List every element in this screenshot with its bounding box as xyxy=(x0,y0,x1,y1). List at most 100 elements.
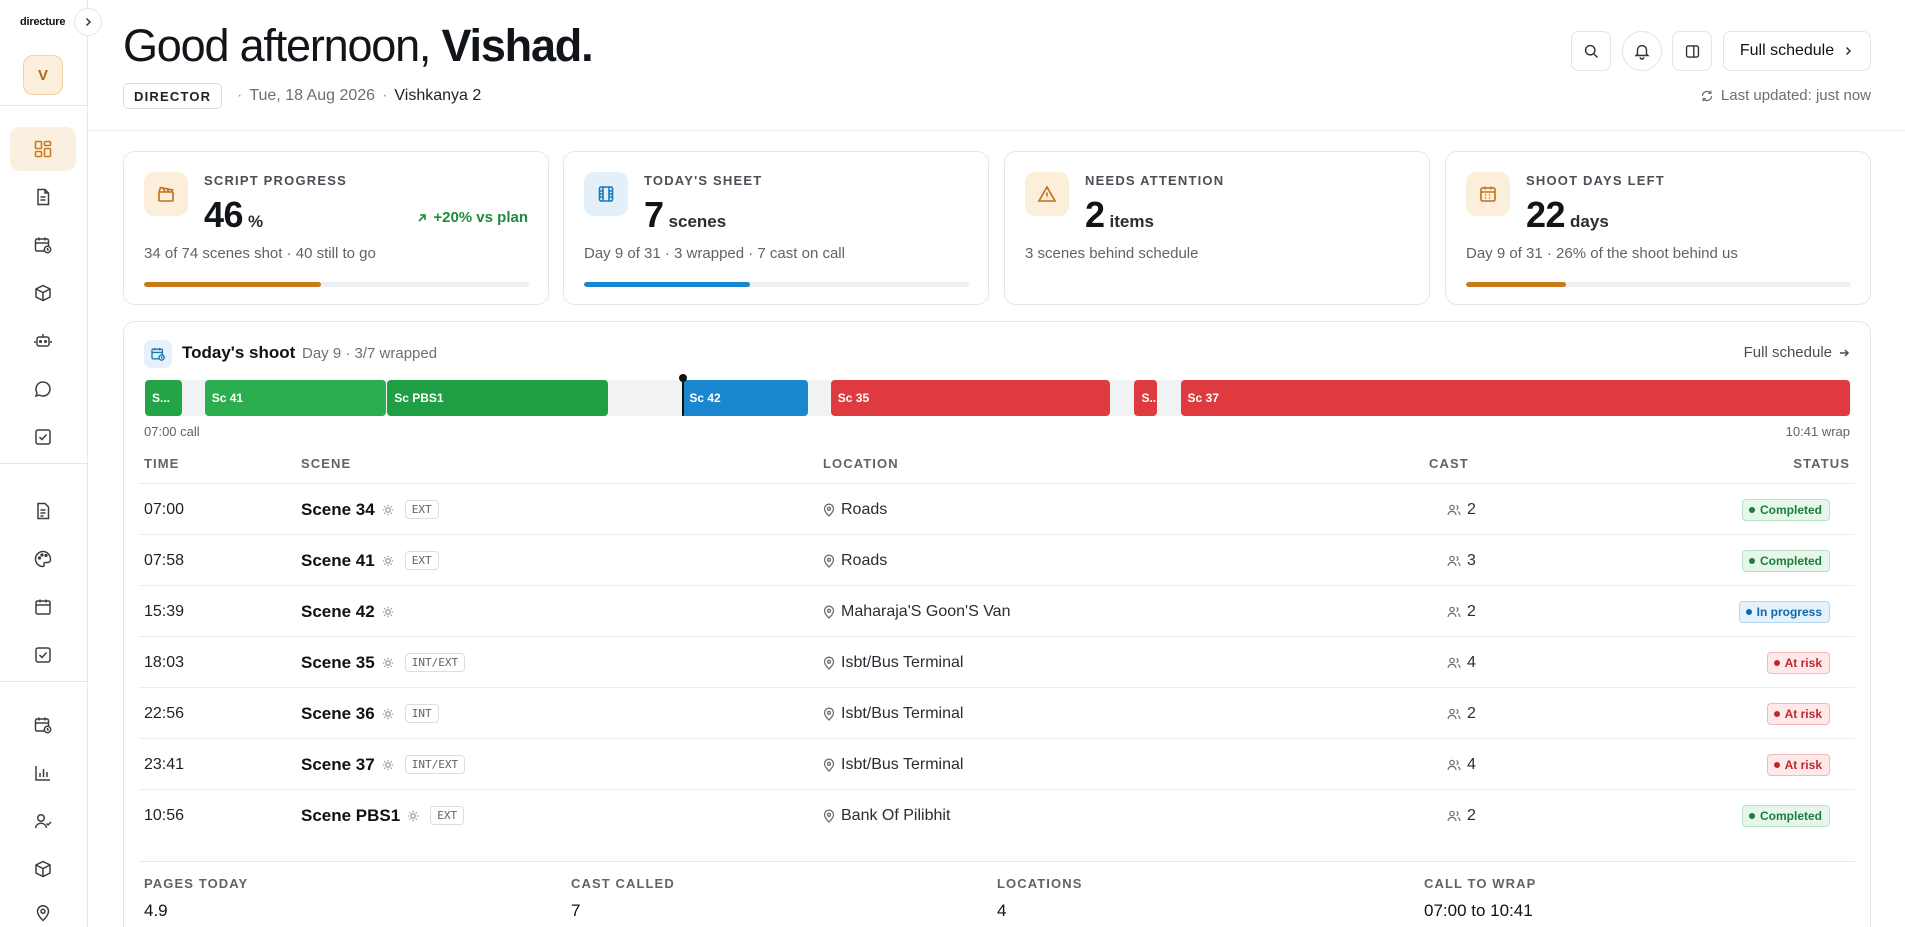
scene-type-tag: EXT xyxy=(404,500,439,519)
header-divider xyxy=(88,130,1905,131)
scene-name: Scene 34 xyxy=(301,499,375,519)
timeline-segment[interactable]: Sc 41 xyxy=(204,380,387,416)
reports-icon xyxy=(35,766,50,781)
warning-icon xyxy=(1037,185,1057,202)
sun-icon xyxy=(408,810,419,821)
kpi-value: 2 items xyxy=(1085,194,1154,236)
status-cell: At risk xyxy=(1766,637,1830,688)
timeline-segment[interactable]: Sc 35 xyxy=(830,380,1110,416)
bell-icon xyxy=(1634,44,1650,60)
timeline-segment[interactable]: S... xyxy=(145,380,182,416)
table-row[interactable]: 23:41 Scene 37 INT/EXT Isbt/Bus Terminal 4 At… xyxy=(139,738,1855,789)
kpi-unit: % xyxy=(248,212,264,231)
nav-assistant[interactable] xyxy=(10,319,76,363)
kpi-progress-fill xyxy=(1466,282,1567,287)
refresh-icon xyxy=(1701,90,1713,101)
nav-props[interactable] xyxy=(10,271,76,315)
sidebar-collapse-button[interactable] xyxy=(74,8,102,36)
table-row[interactable]: 07:00 Scene 34 EXT Roads 2 Completed xyxy=(139,483,1855,534)
scene-cell: Scene PBS1 EXT xyxy=(301,790,465,841)
scene-cell: Scene 37 INT/EXT xyxy=(301,739,466,790)
scene-type-tag: EXT xyxy=(430,806,465,825)
kpi-needs-attention[interactable]: NEEDS ATTENTION 2 items 3 scenes behind s… xyxy=(1004,151,1430,305)
timer-icon xyxy=(34,717,52,734)
location-name: Isbt/Bus Terminal xyxy=(841,653,964,671)
table-row[interactable]: 10:56 Scene PBS1 EXT Bank Of Pilibhit 2 Compl… xyxy=(139,789,1855,840)
todays-shoot-panel: Today's shoot Day 9 · 3/7 wrapped Full s… xyxy=(123,321,1871,927)
nav-timer[interactable] xyxy=(10,703,76,747)
nav-crew[interactable] xyxy=(10,799,76,843)
notifications-button[interactable] xyxy=(1622,31,1662,71)
timeline-segment[interactable]: Sc PBS1 xyxy=(387,380,609,416)
user-name: Vishad. xyxy=(441,20,594,71)
summary-label: CAST CALLED xyxy=(571,876,675,891)
cast-icon xyxy=(1447,759,1461,770)
tasks-icon xyxy=(35,429,51,445)
scene-type-tag: INT xyxy=(404,704,439,723)
table-row[interactable]: 22:56 Scene 36 INT Isbt/Bus Terminal 2 At ris… xyxy=(139,687,1855,738)
kpi-progress-bar xyxy=(584,282,969,287)
header-meta: · Tue, 18 Aug 2026 · Vishkanya 2 xyxy=(237,87,482,104)
sun-icon xyxy=(382,504,393,515)
nav-tasks[interactable] xyxy=(10,415,76,459)
location-cell: Isbt/Bus Terminal xyxy=(823,739,963,790)
cast-count: 4 xyxy=(1467,755,1476,773)
nav-checklist[interactable] xyxy=(10,633,76,677)
table-row[interactable]: 07:58 Scene 41 EXT Roads 3 Completed xyxy=(139,534,1855,585)
arrow-right-icon xyxy=(1840,348,1850,357)
nav-documents[interactable] xyxy=(10,489,76,533)
location-name: Isbt/Bus Terminal xyxy=(841,755,964,773)
nav-schedule[interactable] xyxy=(10,223,76,267)
scene-type-tag: EXT xyxy=(404,551,439,570)
nav-inventory[interactable] xyxy=(10,847,76,891)
kpi-unit: scenes xyxy=(668,212,727,231)
scene-time: 15:39 xyxy=(144,602,185,620)
sidebar-divider xyxy=(0,105,87,106)
status-cell: At risk xyxy=(1766,739,1830,790)
cast-cell: 2 xyxy=(1447,586,1476,637)
checklist-icon xyxy=(35,647,51,663)
panel-toggle-button[interactable] xyxy=(1672,31,1712,71)
nav-dashboard[interactable] xyxy=(10,127,76,171)
timeline-segment[interactable]: S... xyxy=(1134,380,1158,416)
summary-cast-called: CAST CALLED 7 xyxy=(571,876,675,921)
summary-value: 4 xyxy=(997,901,1007,920)
location-pin-icon xyxy=(823,605,835,619)
status-cell: In progress xyxy=(1738,586,1830,637)
brand-logo: directure xyxy=(20,16,66,28)
scene-cell: Scene 34 EXT xyxy=(301,484,439,535)
nav-calendar[interactable] xyxy=(10,585,76,629)
kpi-subtext: Day 9 of 31 · 3 wrapped · 7 cast on call xyxy=(584,245,845,262)
location-pin-icon xyxy=(823,707,835,721)
nav-reports[interactable] xyxy=(10,751,76,795)
cast-count: 2 xyxy=(1467,704,1476,722)
clapperboard-icon xyxy=(158,186,174,202)
location-cell: Isbt/Bus Terminal xyxy=(823,688,963,739)
nav-palette[interactable] xyxy=(10,537,76,581)
status-badge: Completed xyxy=(1741,498,1830,521)
timeline-segment[interactable]: Sc 42 xyxy=(682,380,808,416)
nav-location[interactable] xyxy=(10,891,76,927)
scene-time: 10:56 xyxy=(144,806,185,824)
search-button[interactable] xyxy=(1571,31,1611,71)
kpi-delta-text: +20% vs plan xyxy=(433,209,528,226)
table-row[interactable]: 18:03 Scene 35 INT/EXT Isbt/Bus Terminal 4 At… xyxy=(139,636,1855,687)
kpi-label: TODAY'S SHEET xyxy=(644,173,763,188)
full-schedule-link[interactable]: Full schedule xyxy=(1744,344,1850,361)
nav-chat[interactable] xyxy=(10,367,76,411)
full-schedule-link-label: Full schedule xyxy=(1743,344,1832,361)
location-name: Bank Of Pilibhit xyxy=(841,806,951,824)
last-updated: Last updated: just now xyxy=(1700,87,1871,104)
cast-icon xyxy=(1447,657,1461,668)
timeline-segment[interactable]: Sc 37 xyxy=(1180,380,1850,416)
table-row[interactable]: 15:39 Scene 42 Maharaja'S Goon'S Van 2 In pr… xyxy=(139,585,1855,636)
location-cell: Isbt/Bus Terminal xyxy=(823,637,963,688)
arrow-up-right-icon xyxy=(418,213,427,222)
column-header-location: LOCATION xyxy=(823,456,899,471)
avatar[interactable]: V xyxy=(23,55,63,95)
full-schedule-button[interactable]: Full schedule xyxy=(1723,31,1871,71)
nav-script[interactable] xyxy=(10,175,76,219)
summary-locations: LOCATIONS 4 xyxy=(997,876,1083,921)
cast-cell: 2 xyxy=(1447,484,1476,535)
status-cell: At risk xyxy=(1766,688,1830,739)
